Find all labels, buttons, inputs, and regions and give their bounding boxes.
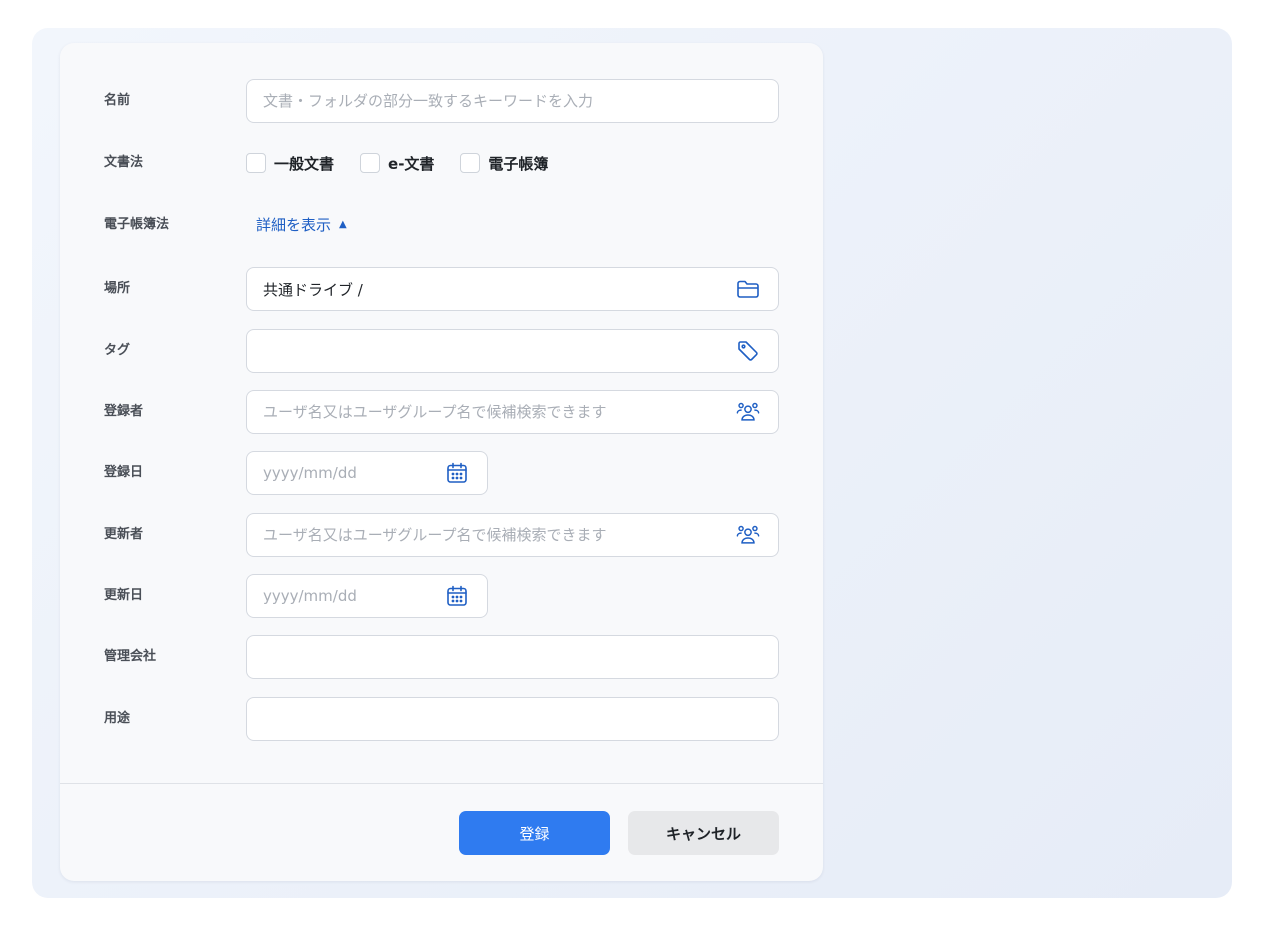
cancel-button[interactable]: キャンセル — [628, 811, 779, 855]
row-ebook-law: 電子帳簿法 詳細を表示 ▲ — [60, 203, 823, 247]
show-details-label: 詳細を表示 — [256, 216, 332, 234]
search-form-card: 名前 文書法 一般文書 e-文書 電子帳簿 電子帳簿法 詳細を表示 ▲ — [60, 43, 823, 881]
name-label: 名前 — [104, 93, 131, 108]
row-registrant: 登録者 — [60, 390, 823, 434]
updated-date-field[interactable] — [246, 574, 488, 618]
name-input[interactable] — [263, 80, 713, 122]
registered-date-label: 登録日 — [104, 465, 144, 480]
tag-input[interactable] — [263, 330, 713, 372]
company-field[interactable] — [246, 635, 779, 679]
checkbox-label: 一般文書 — [274, 154, 335, 173]
row-purpose: 用途 — [60, 697, 823, 741]
location-field[interactable] — [246, 267, 779, 311]
updater-input[interactable] — [263, 514, 713, 556]
updated-date-label: 更新日 — [104, 588, 144, 603]
row-name: 名前 — [60, 79, 823, 123]
registered-date-field[interactable] — [246, 451, 488, 495]
users-icon[interactable] — [736, 401, 760, 423]
purpose-field[interactable] — [246, 697, 779, 741]
row-updated-date: 更新日 — [60, 574, 823, 618]
folder-icon[interactable] — [736, 278, 760, 300]
purpose-label: 用途 — [104, 711, 131, 726]
purpose-input[interactable] — [263, 698, 713, 740]
row-location: 場所 — [60, 267, 823, 311]
users-icon[interactable] — [736, 524, 760, 546]
checkbox-e-book[interactable]: 電子帳簿 — [460, 153, 548, 174]
checkbox-label: 電子帳簿 — [488, 154, 549, 173]
name-field[interactable] — [246, 79, 779, 123]
row-registered-date: 登録日 — [60, 451, 823, 495]
register-button[interactable]: 登録 — [459, 811, 610, 855]
doc-law-label: 文書法 — [104, 155, 144, 170]
row-tag: タグ — [60, 329, 823, 373]
updater-label: 更新者 — [104, 527, 144, 542]
registrant-input[interactable] — [263, 391, 713, 433]
ebook-law-label: 電子帳簿法 — [104, 217, 170, 232]
location-input[interactable] — [263, 268, 713, 310]
tag-label: タグ — [104, 343, 131, 358]
registered-date-input[interactable] — [263, 452, 433, 494]
caret-up-icon: ▲ — [339, 219, 347, 230]
row-doc-law: 文書法 一般文書 e-文書 電子帳簿 — [60, 141, 823, 185]
registrant-label: 登録者 — [104, 404, 144, 419]
checkbox-label: e-文書 — [388, 154, 435, 173]
calendar-icon[interactable] — [445, 585, 469, 607]
tag-icon[interactable] — [736, 340, 760, 362]
doc-law-options: 一般文書 e-文書 電子帳簿 — [246, 141, 574, 185]
checkbox-box[interactable] — [460, 153, 481, 173]
row-updater: 更新者 — [60, 513, 823, 557]
checkbox-general-doc[interactable]: 一般文書 — [246, 153, 334, 174]
updated-date-input[interactable] — [263, 575, 433, 617]
calendar-icon[interactable] — [445, 462, 469, 484]
show-details-link[interactable]: 詳細を表示 ▲ — [256, 203, 347, 247]
checkbox-e-doc[interactable]: e-文書 — [360, 153, 434, 174]
company-label: 管理会社 — [104, 649, 157, 664]
checkbox-box[interactable] — [360, 153, 381, 173]
registrant-field[interactable] — [246, 390, 779, 434]
row-company: 管理会社 — [60, 635, 823, 679]
location-label: 場所 — [104, 281, 131, 296]
footer-divider — [60, 783, 823, 784]
checkbox-box[interactable] — [246, 153, 266, 173]
tag-field[interactable] — [246, 329, 779, 373]
company-input[interactable] — [263, 636, 713, 678]
updater-field[interactable] — [246, 513, 779, 557]
